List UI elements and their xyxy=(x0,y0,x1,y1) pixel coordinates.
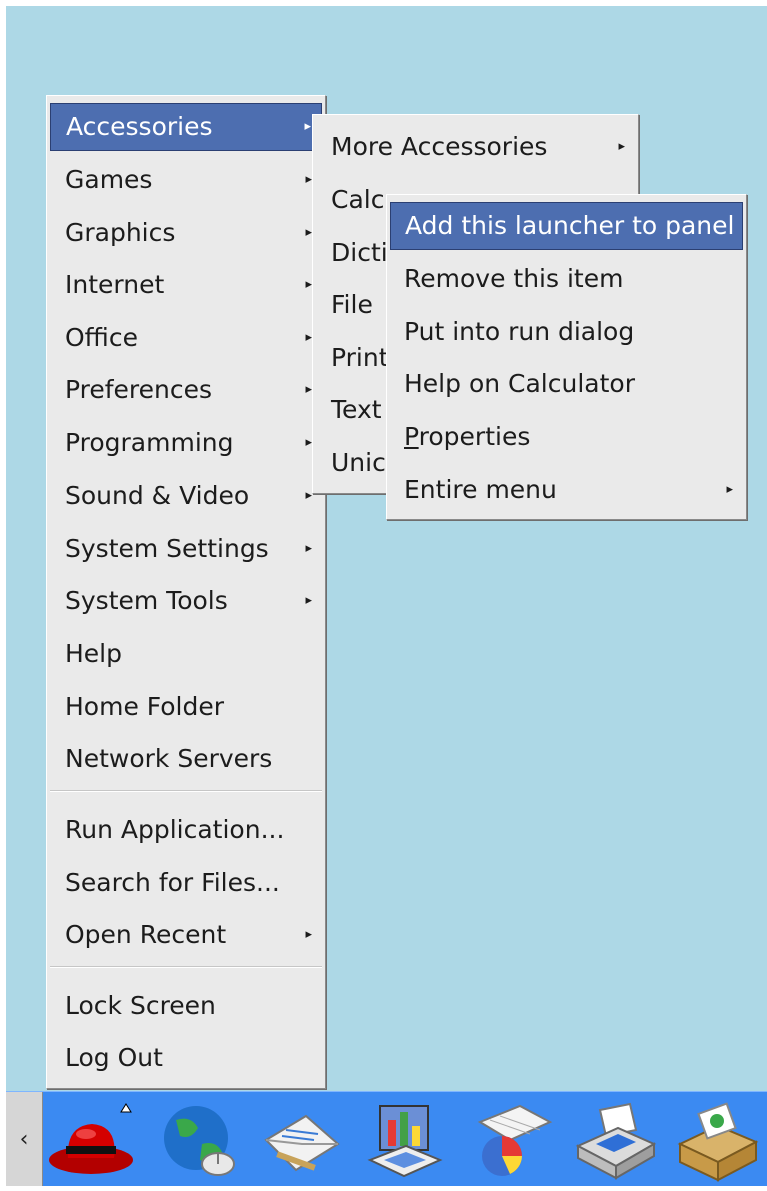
menu-item-label: Lock Screen xyxy=(65,991,216,1020)
menu-item-lock-screen[interactable]: Lock Screen xyxy=(50,982,322,1030)
menu-item-preferences[interactable]: Preferences ▸ xyxy=(50,366,322,414)
menu-item-label: System Tools xyxy=(65,586,228,615)
submenu-arrow-icon: ▸ xyxy=(618,139,625,154)
menu-item-label: Entire menu xyxy=(404,475,557,504)
menu-item-games[interactable]: Games ▸ xyxy=(50,156,322,204)
web-browser-launcher[interactable] xyxy=(156,1100,246,1182)
menu-item-label: More Accessories xyxy=(331,132,548,161)
writer-launcher[interactable] xyxy=(362,1100,452,1182)
menu-item-label: Games xyxy=(65,165,153,194)
panel-scroll-left-button[interactable]: ‹ xyxy=(6,1092,43,1186)
desktop: Accessories ▸ Games ▸ Graphics ▸ Internet ▸ … xyxy=(6,6,767,1186)
launcher-context-menu: Add this launcher to panel Remove this i… xyxy=(386,194,747,520)
menu-item-help-on-calculator[interactable]: Help on Calculator xyxy=(390,360,743,408)
menu-item-label: Unic xyxy=(331,448,386,477)
menu-item-label: Print xyxy=(331,343,389,372)
bottom-panel: ‹ xyxy=(6,1091,767,1186)
submenu-arrow-icon: ▸ xyxy=(305,593,312,608)
office-writer-icon xyxy=(367,1105,443,1178)
submenu-arrow-icon: ▸ xyxy=(726,482,733,497)
menu-item-label: Help xyxy=(65,639,122,668)
menu-item-properties[interactable]: Properties xyxy=(390,413,743,461)
mail-package-icon xyxy=(677,1102,759,1182)
office-calc-icon xyxy=(477,1104,553,1176)
menu-item-system-tools[interactable]: System Tools ▸ xyxy=(50,577,322,625)
main-menu-button[interactable] xyxy=(46,1100,136,1182)
menu-item-entire-menu[interactable]: Entire menu ▸ xyxy=(390,466,743,514)
menu-item-label: Open Recent xyxy=(65,920,227,949)
red-hat-icon xyxy=(49,1103,133,1174)
menu-item-label: Dicti xyxy=(331,238,388,267)
menu-item-network-servers[interactable]: Network Servers xyxy=(50,735,322,783)
menu-item-help[interactable]: Help xyxy=(50,630,322,678)
menu-item-label: Internet xyxy=(65,270,165,299)
menu-item-label: Preferences xyxy=(65,375,213,404)
menu-item-programming[interactable]: Programming ▸ xyxy=(50,419,322,467)
menu-item-search-for-files[interactable]: Search for Files... xyxy=(50,859,322,907)
menu-item-accessories[interactable]: Accessories ▸ xyxy=(50,103,322,151)
printer-launcher[interactable] xyxy=(570,1100,660,1182)
menu-item-log-out[interactable]: Log Out xyxy=(50,1034,322,1082)
menu-item-label: Remove this item xyxy=(404,264,624,293)
menu-item-put-into-run-dialog[interactable]: Put into run dialog xyxy=(390,308,743,356)
menu-item-label: Log Out xyxy=(65,1043,163,1072)
menu-item-internet[interactable]: Internet ▸ xyxy=(50,261,322,309)
menu-item-remove-item[interactable]: Remove this item xyxy=(390,255,743,303)
menu-separator xyxy=(50,966,322,968)
menu-item-label: System Settings xyxy=(65,534,269,563)
submenu-arrow-icon: ▸ xyxy=(305,541,312,556)
package-launcher[interactable] xyxy=(672,1100,762,1182)
printer-icon xyxy=(575,1102,657,1180)
menu-item-label: Search for Files... xyxy=(65,868,280,897)
menu-item-label: Help on Calculator xyxy=(404,369,635,398)
menu-item-home-folder[interactable]: Home Folder xyxy=(50,683,322,731)
menu-item-graphics[interactable]: Graphics ▸ xyxy=(50,209,322,257)
menu-item-label: Graphics xyxy=(65,218,176,247)
menu-item-open-recent[interactable]: Open Recent ▸ xyxy=(50,911,322,959)
menu-item-label: Accessories xyxy=(66,112,213,141)
menu-item-label: Office xyxy=(65,323,138,352)
submenu-arrow-icon: ▸ xyxy=(304,119,311,134)
chevron-left-icon: ‹ xyxy=(19,1127,29,1152)
submenu-arrow-icon: ▸ xyxy=(305,927,312,942)
web-browser-icon xyxy=(164,1106,235,1176)
email-icon xyxy=(264,1114,340,1172)
menu-item-office[interactable]: Office ▸ xyxy=(50,314,322,362)
menu-item-run-application[interactable]: Run Application... xyxy=(50,806,322,854)
menu-item-label: Add this launcher to panel xyxy=(405,211,735,240)
menu-item-label: Text xyxy=(331,395,382,424)
email-launcher[interactable] xyxy=(256,1100,346,1182)
menu-item-system-settings[interactable]: System Settings ▸ xyxy=(50,525,322,573)
menu-item-label: File xyxy=(331,290,373,319)
menu-item-mnemonic: P xyxy=(404,422,419,451)
menu-item-sound-video[interactable]: Sound & Video ▸ xyxy=(50,472,322,520)
menu-item-label: roperties xyxy=(418,422,531,451)
menu-item-label: Programming xyxy=(65,428,234,457)
menu-item-label: Home Folder xyxy=(65,692,225,721)
menu-item-label: Calc xyxy=(331,185,385,214)
applications-menu: Accessories ▸ Games ▸ Graphics ▸ Internet ▸ … xyxy=(46,95,326,1089)
menu-item-label: Sound & Video xyxy=(65,481,250,510)
menu-item-label: Network Servers xyxy=(65,744,273,773)
menu-item-add-to-panel[interactable]: Add this launcher to panel xyxy=(390,202,743,250)
menu-item-label: Put into run dialog xyxy=(404,317,635,346)
menu-item-more-accessories[interactable]: More Accessories ▸ xyxy=(316,123,635,171)
menu-item-label: Run Application... xyxy=(65,815,285,844)
calc-launcher[interactable] xyxy=(466,1100,556,1182)
menu-separator xyxy=(50,790,322,792)
